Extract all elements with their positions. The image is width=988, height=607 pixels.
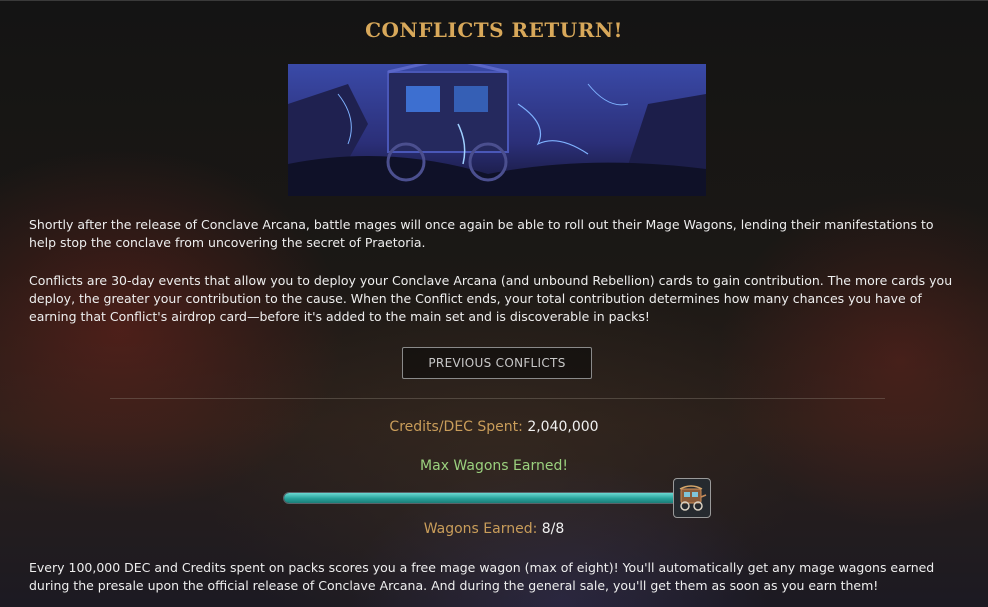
divider [110,398,885,399]
max-wagons-message: Max Wagons Earned! [420,458,568,474]
spent-value: 2,040,000 [527,419,599,435]
page-title: CONFLICTS RETURN! [365,18,623,42]
wagons-paragraph: Every 100,000 DEC and Credits spent on p… [29,560,935,593]
earned-label: Wagons Earned: [423,521,538,537]
spent-label: Credits/DEC Spent: [389,419,523,435]
intro-paragraph: Shortly after the release of Conclave Ar… [29,217,934,250]
mage-wagon-banner [288,64,706,196]
wagons-earned: Wagons Earned: 8/8 [0,521,988,537]
credits-dec-spent: Credits/DEC Spent: 2,040,000 [0,419,988,435]
previous-conflicts-button[interactable]: PREVIOUS CONFLICTS [402,347,592,379]
mage-wagon-icon [673,478,711,518]
conflicts-paragraph: Conflicts are 30-day events that allow y… [29,273,953,324]
top-border [0,0,988,1]
wagon-progress-bar [283,492,683,504]
wagon-progress-fill [284,493,682,503]
earned-value: 8/8 [541,521,565,537]
